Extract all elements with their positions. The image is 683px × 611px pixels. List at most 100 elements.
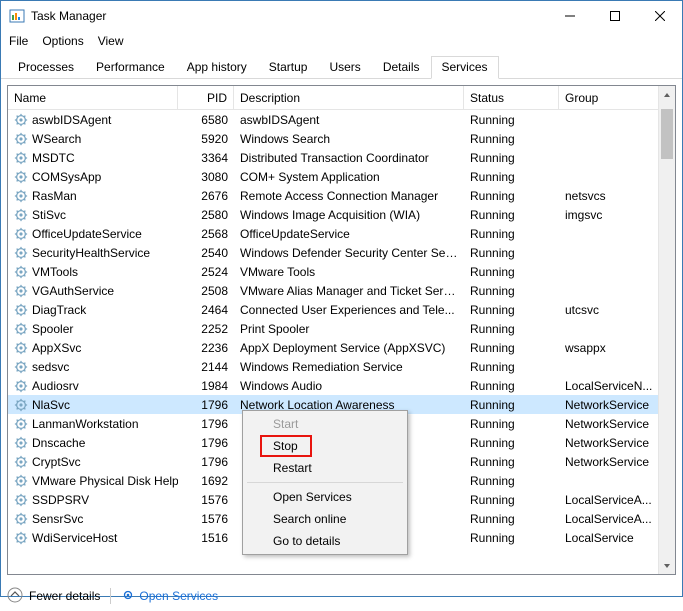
scroll-thumb[interactable]: [661, 109, 673, 159]
menu-view[interactable]: View: [98, 34, 124, 48]
cell-pid: 5920: [178, 132, 234, 146]
open-services-link[interactable]: Open Services: [121, 588, 218, 605]
table-row[interactable]: AppXSvc2236AppX Deployment Service (AppX…: [8, 338, 675, 357]
table-row[interactable]: sedsvc2144Windows Remediation ServiceRun…: [8, 357, 675, 376]
scroll-up-button[interactable]: [659, 86, 675, 103]
cell-status: Running: [464, 170, 559, 184]
footer-divider: [110, 588, 111, 604]
cell-description: OfficeUpdateService: [234, 227, 464, 241]
column-pid[interactable]: PID: [178, 86, 234, 109]
column-name[interactable]: Name: [8, 86, 178, 109]
cell-pid: 1576: [178, 493, 234, 507]
column-description[interactable]: Description: [234, 86, 464, 109]
table-row[interactable]: aswbIDSAgent6580aswbIDSAgentRunning: [8, 110, 675, 129]
menu-file[interactable]: File: [9, 34, 28, 48]
footer-bar: Fewer details Open Services: [1, 581, 682, 611]
cell-status: Running: [464, 341, 559, 355]
scroll-down-button[interactable]: [659, 557, 675, 574]
cell-pid: 1796: [178, 417, 234, 431]
cell-name: NlaSvc: [8, 398, 178, 412]
cell-pid: 1516: [178, 531, 234, 545]
title-bar: Task Manager: [1, 1, 682, 31]
cell-status: Running: [464, 303, 559, 317]
chevron-up-icon: [7, 587, 23, 606]
cell-pid: 1984: [178, 379, 234, 393]
cell-name: SSDPSRV: [8, 493, 178, 507]
cell-status: Running: [464, 113, 559, 127]
cell-name: CryptSvc: [8, 455, 178, 469]
cell-status: Running: [464, 531, 559, 545]
context-separator: [247, 482, 403, 483]
cell-name: COMSysApp: [8, 170, 178, 184]
open-services-label: Open Services: [139, 589, 218, 603]
cell-description: Print Spooler: [234, 322, 464, 336]
cell-name: sedsvc: [8, 360, 178, 374]
cell-description: Windows Defender Security Center Ser...: [234, 246, 464, 260]
cell-status: Running: [464, 189, 559, 203]
cell-pid: 2236: [178, 341, 234, 355]
cell-pid: 2144: [178, 360, 234, 374]
tab-performance[interactable]: Performance: [85, 56, 176, 79]
window-controls: [547, 1, 682, 31]
tab-strip: Processes Performance App history Startu…: [1, 51, 682, 79]
fewer-details-button[interactable]: Fewer details: [7, 587, 100, 606]
cell-pid: 2568: [178, 227, 234, 241]
context-start: Start: [245, 413, 405, 435]
cell-name: VMware Physical Disk Help...: [8, 474, 178, 488]
cell-pid: 6580: [178, 113, 234, 127]
context-stop[interactable]: Stop: [245, 435, 405, 457]
tab-app-history[interactable]: App history: [176, 56, 258, 79]
cell-name: SecurityHealthService: [8, 246, 178, 260]
context-search-online[interactable]: Search online: [245, 508, 405, 530]
tab-startup[interactable]: Startup: [258, 56, 319, 79]
cell-name: Spooler: [8, 322, 178, 336]
tab-details[interactable]: Details: [372, 56, 431, 79]
cell-description: Windows Search: [234, 132, 464, 146]
table-row[interactable]: Audiosrv1984Windows AudioRunningLocalSer…: [8, 376, 675, 395]
cell-name: WSearch: [8, 132, 178, 146]
cell-name: OfficeUpdateService: [8, 227, 178, 241]
scrollbar[interactable]: [658, 86, 675, 574]
cell-status: Running: [464, 265, 559, 279]
table-row[interactable]: WSearch5920Windows SearchRunning: [8, 129, 675, 148]
cell-description: VMware Tools: [234, 265, 464, 279]
table-row[interactable]: SecurityHealthService2540Windows Defende…: [8, 243, 675, 262]
table-header: Name PID Description Status Group: [8, 86, 675, 110]
table-row[interactable]: COMSysApp3080COM+ System ApplicationRunn…: [8, 167, 675, 186]
cell-description: COM+ System Application: [234, 170, 464, 184]
cell-pid: 1576: [178, 512, 234, 526]
cell-pid: 2540: [178, 246, 234, 260]
table-row[interactable]: RasMan2676Remote Access Connection Manag…: [8, 186, 675, 205]
menu-options[interactable]: Options: [42, 34, 83, 48]
cell-description: aswbIDSAgent: [234, 113, 464, 127]
close-button[interactable]: [637, 1, 682, 31]
cell-status: Running: [464, 246, 559, 260]
table-row[interactable]: VMTools2524VMware ToolsRunning: [8, 262, 675, 281]
table-row[interactable]: OfficeUpdateService2568OfficeUpdateServi…: [8, 224, 675, 243]
tab-users[interactable]: Users: [318, 56, 371, 79]
context-go-to-details[interactable]: Go to details: [245, 530, 405, 552]
table-row[interactable]: MSDTC3364Distributed Transaction Coordin…: [8, 148, 675, 167]
maximize-button[interactable]: [592, 1, 637, 31]
cell-description: Windows Remediation Service: [234, 360, 464, 374]
cell-status: Running: [464, 493, 559, 507]
cell-status: Running: [464, 398, 559, 412]
column-status[interactable]: Status: [464, 86, 559, 109]
cell-description: Remote Access Connection Manager: [234, 189, 464, 203]
tab-processes[interactable]: Processes: [7, 56, 85, 79]
cell-status: Running: [464, 474, 559, 488]
cell-description: Distributed Transaction Coordinator: [234, 151, 464, 165]
table-row[interactable]: DiagTrack2464Connected User Experiences …: [8, 300, 675, 319]
cell-description: AppX Deployment Service (AppXSVC): [234, 341, 464, 355]
table-row[interactable]: Spooler2252Print SpoolerRunning: [8, 319, 675, 338]
cell-pid: 2252: [178, 322, 234, 336]
tab-services[interactable]: Services: [431, 56, 499, 79]
cell-name: Dnscache: [8, 436, 178, 450]
context-open-services[interactable]: Open Services: [245, 486, 405, 508]
cell-description: VMware Alias Manager and Ticket Serv...: [234, 284, 464, 298]
table-row[interactable]: VGAuthService2508VMware Alias Manager an…: [8, 281, 675, 300]
table-row[interactable]: StiSvc2580Windows Image Acquisition (WIA…: [8, 205, 675, 224]
context-restart[interactable]: Restart: [245, 457, 405, 479]
minimize-button[interactable]: [547, 1, 592, 31]
window-title: Task Manager: [31, 9, 547, 23]
